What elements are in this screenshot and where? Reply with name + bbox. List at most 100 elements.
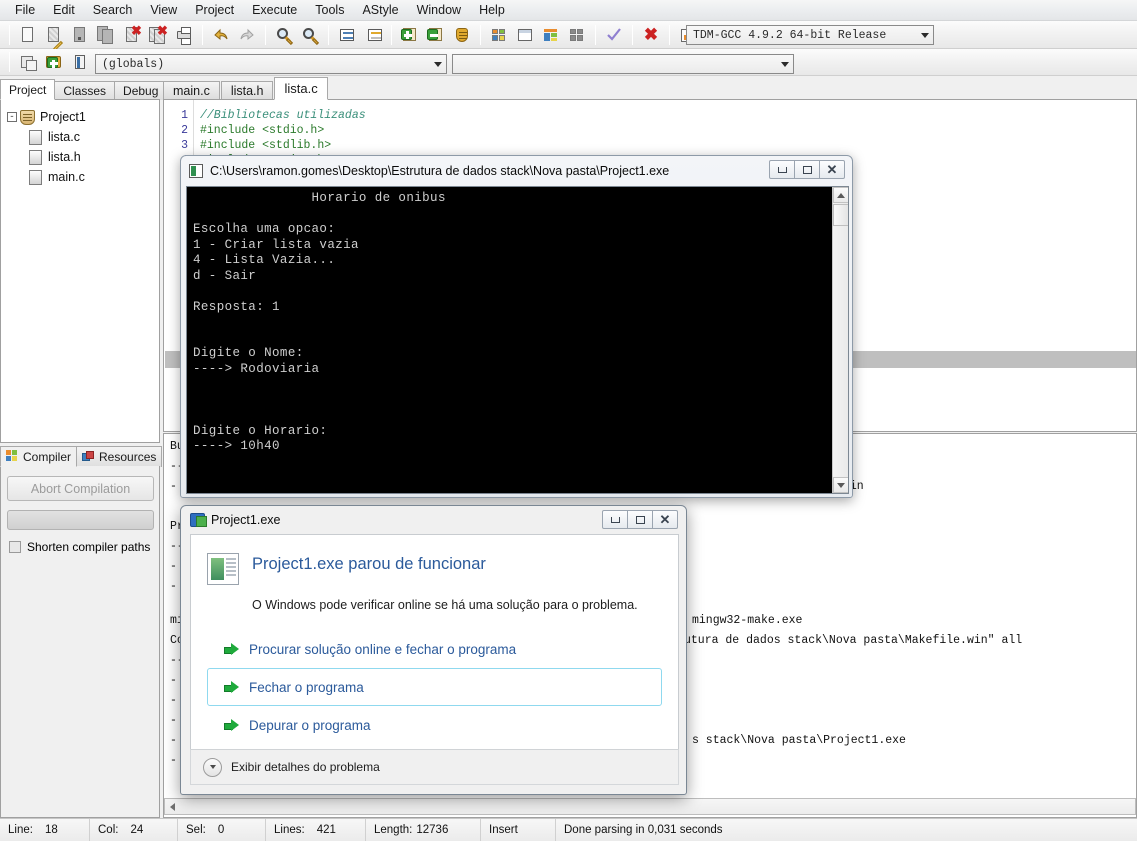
log-line: - bbox=[170, 694, 177, 707]
shorten-compiler-paths-row[interactable]: Shorten compiler paths bbox=[9, 540, 151, 554]
status-message: Done parsing in 0,031 seconds bbox=[556, 819, 1137, 841]
console-maximize-button[interactable] bbox=[794, 160, 820, 179]
tab-compiler[interactable]: Compiler bbox=[0, 446, 78, 467]
toolbar-separator bbox=[632, 24, 633, 45]
console-close-button[interactable]: ✕ bbox=[819, 160, 845, 179]
close-file-icon[interactable]: ✖ bbox=[120, 23, 144, 46]
log-horizontal-scrollbar[interactable] bbox=[164, 798, 1136, 815]
console-window[interactable]: C:\Users\ramon.gomes\Desktop\Estrutura d… bbox=[180, 155, 853, 498]
tab-classes[interactable]: Classes bbox=[54, 81, 116, 100]
console-app-icon bbox=[189, 163, 203, 178]
console-vertical-scrollbar[interactable] bbox=[832, 187, 848, 493]
chevron-down-icon[interactable] bbox=[776, 55, 793, 73]
goto-function-icon[interactable] bbox=[361, 23, 385, 46]
goto-line-icon[interactable] bbox=[335, 23, 359, 46]
new-project-icon[interactable] bbox=[16, 51, 40, 74]
redo-icon[interactable] bbox=[235, 23, 259, 46]
abort-compilation-button[interactable]: Abort Compilation bbox=[7, 476, 154, 501]
symbol-selector[interactable] bbox=[452, 54, 794, 74]
replace-icon[interactable] bbox=[298, 23, 322, 46]
code-line: //Bibliotecas utilizadas bbox=[200, 109, 366, 122]
chevron-down-icon[interactable] bbox=[429, 55, 446, 73]
new-file-icon[interactable] bbox=[16, 23, 40, 46]
open-file-icon[interactable] bbox=[42, 23, 66, 51]
main-toolbar: ✖ ✖ ✖ bbox=[0, 21, 1137, 51]
compile-icon[interactable] bbox=[487, 23, 511, 46]
scroll-left-icon[interactable] bbox=[165, 799, 180, 814]
option-debug-program[interactable]: Depurar o programa bbox=[207, 706, 662, 744]
check-syntax-icon[interactable] bbox=[602, 23, 626, 46]
tab-project[interactable]: Project bbox=[0, 79, 56, 100]
shorten-compiler-paths-checkbox[interactable] bbox=[9, 541, 21, 553]
find-icon[interactable] bbox=[272, 23, 296, 46]
crash-dialog[interactable]: Project1.exe ✕ Project1.exe parou de fun… bbox=[180, 505, 687, 795]
close-all-icon[interactable]: ✖ bbox=[146, 23, 170, 46]
status-insert-mode: Insert bbox=[481, 818, 556, 841]
crash-maximize-button[interactable] bbox=[627, 510, 653, 529]
scope-selector[interactable]: (globals) bbox=[95, 54, 447, 74]
print-icon[interactable] bbox=[172, 23, 196, 46]
menu-astyle[interactable]: AStyle bbox=[353, 1, 407, 19]
menu-edit[interactable]: Edit bbox=[44, 1, 84, 19]
tab-main-c[interactable]: main.c bbox=[163, 81, 220, 100]
left-panel-tabs: Project Classes Debug bbox=[0, 79, 168, 100]
crash-minimize-button[interactable] bbox=[602, 510, 628, 529]
menu-tools[interactable]: Tools bbox=[306, 1, 353, 19]
save-icon[interactable] bbox=[68, 23, 92, 46]
tree-node-file[interactable]: lista.c bbox=[1, 127, 159, 147]
maximize-icon bbox=[635, 515, 645, 524]
chevron-down-icon[interactable] bbox=[916, 26, 933, 44]
status-line: Line: 18 bbox=[0, 818, 90, 841]
crash-dialog-app-icon bbox=[190, 513, 207, 527]
tree-expander-icon[interactable]: - bbox=[7, 112, 17, 122]
status-col-label: Col: bbox=[98, 824, 119, 836]
log-line: - bbox=[170, 734, 177, 747]
tab-lista-c[interactable]: lista.c bbox=[274, 77, 328, 100]
project-manager-icon[interactable] bbox=[68, 51, 92, 74]
menu-file[interactable]: File bbox=[6, 1, 44, 19]
console-minimize-button[interactable] bbox=[769, 160, 795, 179]
stop-execution-icon[interactable]: ✖ bbox=[639, 23, 663, 46]
crash-dialog-footer[interactable]: Exibir detalhes do problema bbox=[190, 749, 679, 785]
tab-lista-h[interactable]: lista.h bbox=[220, 81, 274, 100]
tab-resources[interactable]: Resources bbox=[76, 446, 163, 467]
menu-project[interactable]: Project bbox=[186, 1, 243, 19]
rebuild-all-icon[interactable] bbox=[565, 23, 589, 46]
option-search-online-and-close[interactable]: Procurar solução online e fechar o progr… bbox=[207, 630, 662, 668]
menu-execute[interactable]: Execute bbox=[243, 1, 306, 19]
console-output-area[interactable]: Horario de onibus Escolha uma opcao: 1 -… bbox=[186, 186, 849, 494]
tree-node-file[interactable]: main.c bbox=[1, 167, 159, 187]
tree-node-label: Project1 bbox=[40, 110, 86, 124]
run-icon[interactable] bbox=[513, 23, 537, 46]
menu-view[interactable]: View bbox=[141, 1, 186, 19]
project-options-icon[interactable] bbox=[450, 23, 474, 46]
green-arrow-icon bbox=[224, 681, 239, 694]
status-sel-label: Sel: bbox=[186, 824, 206, 836]
menu-help[interactable]: Help bbox=[470, 1, 514, 19]
tab-debug[interactable]: Debug bbox=[114, 81, 168, 100]
console-title-bar[interactable]: C:\Users\ramon.gomes\Desktop\Estrutura d… bbox=[181, 156, 852, 185]
status-line-value: 18 bbox=[44, 824, 58, 836]
scrollbar-thumb[interactable] bbox=[833, 204, 848, 226]
add-source-icon[interactable] bbox=[42, 51, 66, 74]
scroll-up-button[interactable] bbox=[833, 187, 848, 203]
tree-node-project[interactable]: - Project1 bbox=[1, 107, 159, 127]
crash-dialog-heading: Project1.exe parou de funcionar bbox=[252, 555, 486, 573]
status-lines-label: Lines: bbox=[274, 824, 305, 836]
add-to-project-icon[interactable] bbox=[398, 23, 422, 46]
menu-window[interactable]: Window bbox=[408, 1, 470, 19]
remove-from-project-icon[interactable] bbox=[424, 23, 448, 46]
option-close-program[interactable]: Fechar o programa bbox=[207, 668, 662, 706]
tree-node-file[interactable]: lista.h bbox=[1, 147, 159, 167]
compiler-selector[interactable]: TDM-GCC 4.9.2 64-bit Release bbox=[686, 25, 934, 45]
crash-close-button[interactable]: ✕ bbox=[652, 510, 678, 529]
save-all-icon[interactable] bbox=[94, 23, 118, 46]
menu-search[interactable]: Search bbox=[84, 1, 142, 19]
log-line: - bbox=[170, 580, 177, 593]
chevron-down-icon[interactable] bbox=[203, 757, 222, 777]
compile-and-run-icon[interactable] bbox=[539, 23, 563, 46]
file-icon bbox=[29, 149, 42, 165]
undo-icon[interactable] bbox=[209, 23, 233, 46]
scroll-down-button[interactable] bbox=[833, 477, 848, 493]
status-bar: Line: 18 Col: 24 Sel: 0 Lines: 421 Lengt… bbox=[0, 818, 1137, 841]
